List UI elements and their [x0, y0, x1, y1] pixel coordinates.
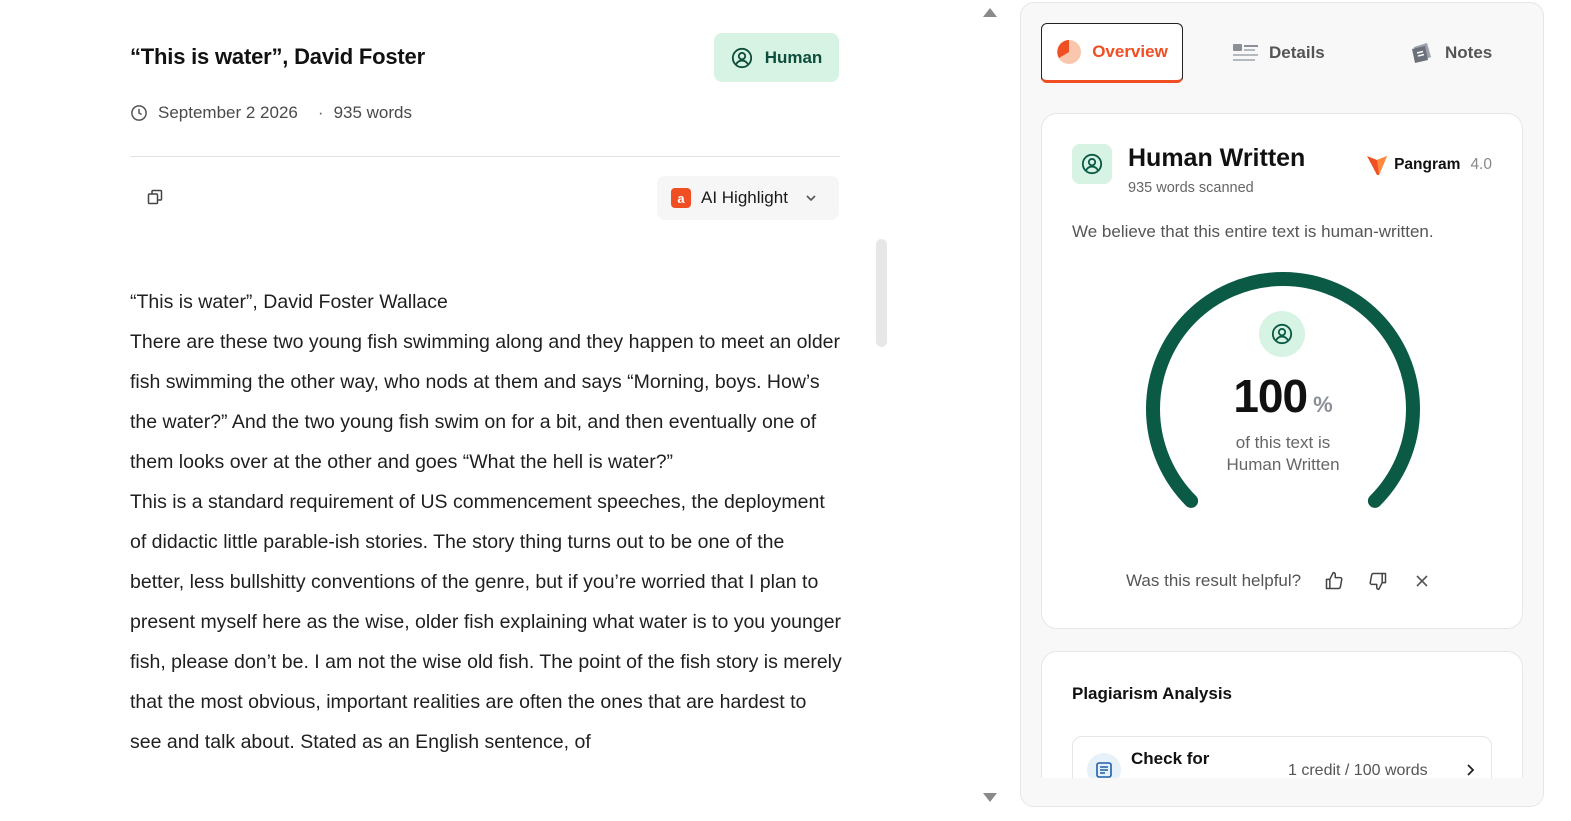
panel-bottom-edge [1021, 778, 1543, 806]
document-date: September 2 2026 [158, 103, 298, 122]
feedback-question: Was this result helpful? [1126, 571, 1302, 590]
tab-notes[interactable]: Notes [1409, 23, 1492, 83]
plagiarism-title: Plagiarism Analysis [1072, 684, 1233, 703]
copy-button[interactable] [144, 186, 166, 208]
pie-chart-icon [1057, 40, 1082, 64]
ai-highlight-label: AI Highlight [701, 188, 788, 207]
user-circle-icon [1271, 323, 1293, 345]
thumbs-down-icon [1369, 572, 1387, 591]
tab-overview-label: Overview [1092, 42, 1168, 61]
list-icon [1233, 44, 1258, 61]
brand-version: 4.0 [1470, 156, 1492, 173]
human-result-icon-box [1072, 144, 1112, 184]
score-number: 100 [1233, 370, 1308, 422]
score-value: 100% [1042, 369, 1524, 423]
brand-name: Pangram [1394, 156, 1461, 173]
document-paragraph: There are these two young fish swimming … [130, 331, 841, 473]
score-label-line1: of this text is [1235, 433, 1331, 452]
score-unit: % [1313, 392, 1333, 417]
thumbs-up-button[interactable] [1323, 570, 1345, 592]
user-circle-icon [1081, 153, 1103, 175]
thumbs-up-icon [1325, 571, 1343, 590]
notes-icon [1412, 43, 1431, 63]
tab-details-label: Details [1269, 43, 1325, 62]
human-badge-label: Human [764, 47, 823, 67]
document-panel: “This is water”, David Foster Human Sept… [0, 0, 980, 821]
user-circle-icon [731, 47, 752, 68]
analysis-panel: Overview Details Notes Human Written 935… [1020, 2, 1544, 807]
document-title: “This is water”, David Foster [130, 44, 425, 69]
score-label: of this text is Human Written [1042, 432, 1524, 476]
chevron-down-icon [806, 195, 816, 202]
feedback-row: Was this result helpful? [1126, 570, 1433, 592]
brand: Pangram 4.0 [1366, 154, 1492, 176]
gauge-user-icon-circle [1259, 311, 1305, 357]
tab-details[interactable]: Details [1233, 23, 1325, 83]
score-label-line2: Human Written [1226, 455, 1340, 474]
clock-icon [131, 105, 147, 121]
document-paragraph: “This is water”, David Foster Wallace [130, 291, 448, 313]
dismiss-feedback-button[interactable] [1411, 570, 1433, 592]
document-meta: September 2 2026 · 935 words [130, 103, 412, 123]
tab-overview[interactable]: Overview [1041, 23, 1183, 83]
scroll-down-arrow-icon[interactable] [983, 793, 997, 802]
result-title: Human Written [1128, 144, 1306, 172]
human-badge[interactable]: Human [714, 33, 839, 82]
document-body: “This is water”, David Foster Wallace Th… [130, 282, 842, 762]
document-scan-icon [1096, 762, 1112, 778]
meta-separator: · [317, 103, 324, 122]
copy-icon [147, 189, 163, 205]
divider [130, 156, 840, 157]
ai-highlight-logo: a [671, 188, 691, 208]
ai-highlight-dropdown[interactable]: a AI Highlight [657, 176, 839, 220]
document-word-count: 935 words [333, 103, 412, 122]
result-description: We believe that this entire text is huma… [1072, 222, 1434, 241]
thumbs-down-button[interactable] [1367, 570, 1389, 592]
document-paragraph: This is a standard requirement of US com… [130, 491, 842, 753]
plagiarism-row-label: Check for [1131, 749, 1210, 768]
document-scrollbar-thumb[interactable] [876, 239, 887, 347]
close-icon [1416, 575, 1428, 587]
result-subtitle: 935 words scanned [1128, 180, 1254, 196]
pangram-logo-icon [1367, 156, 1388, 175]
tab-notes-label: Notes [1445, 43, 1493, 62]
tab-bar: Overview Details Notes [1041, 23, 1525, 83]
chevron-right-icon [1467, 764, 1475, 776]
result-card: Human Written 935 words scanned Pangram … [1041, 113, 1523, 629]
scroll-up-arrow-icon[interactable] [983, 8, 997, 17]
